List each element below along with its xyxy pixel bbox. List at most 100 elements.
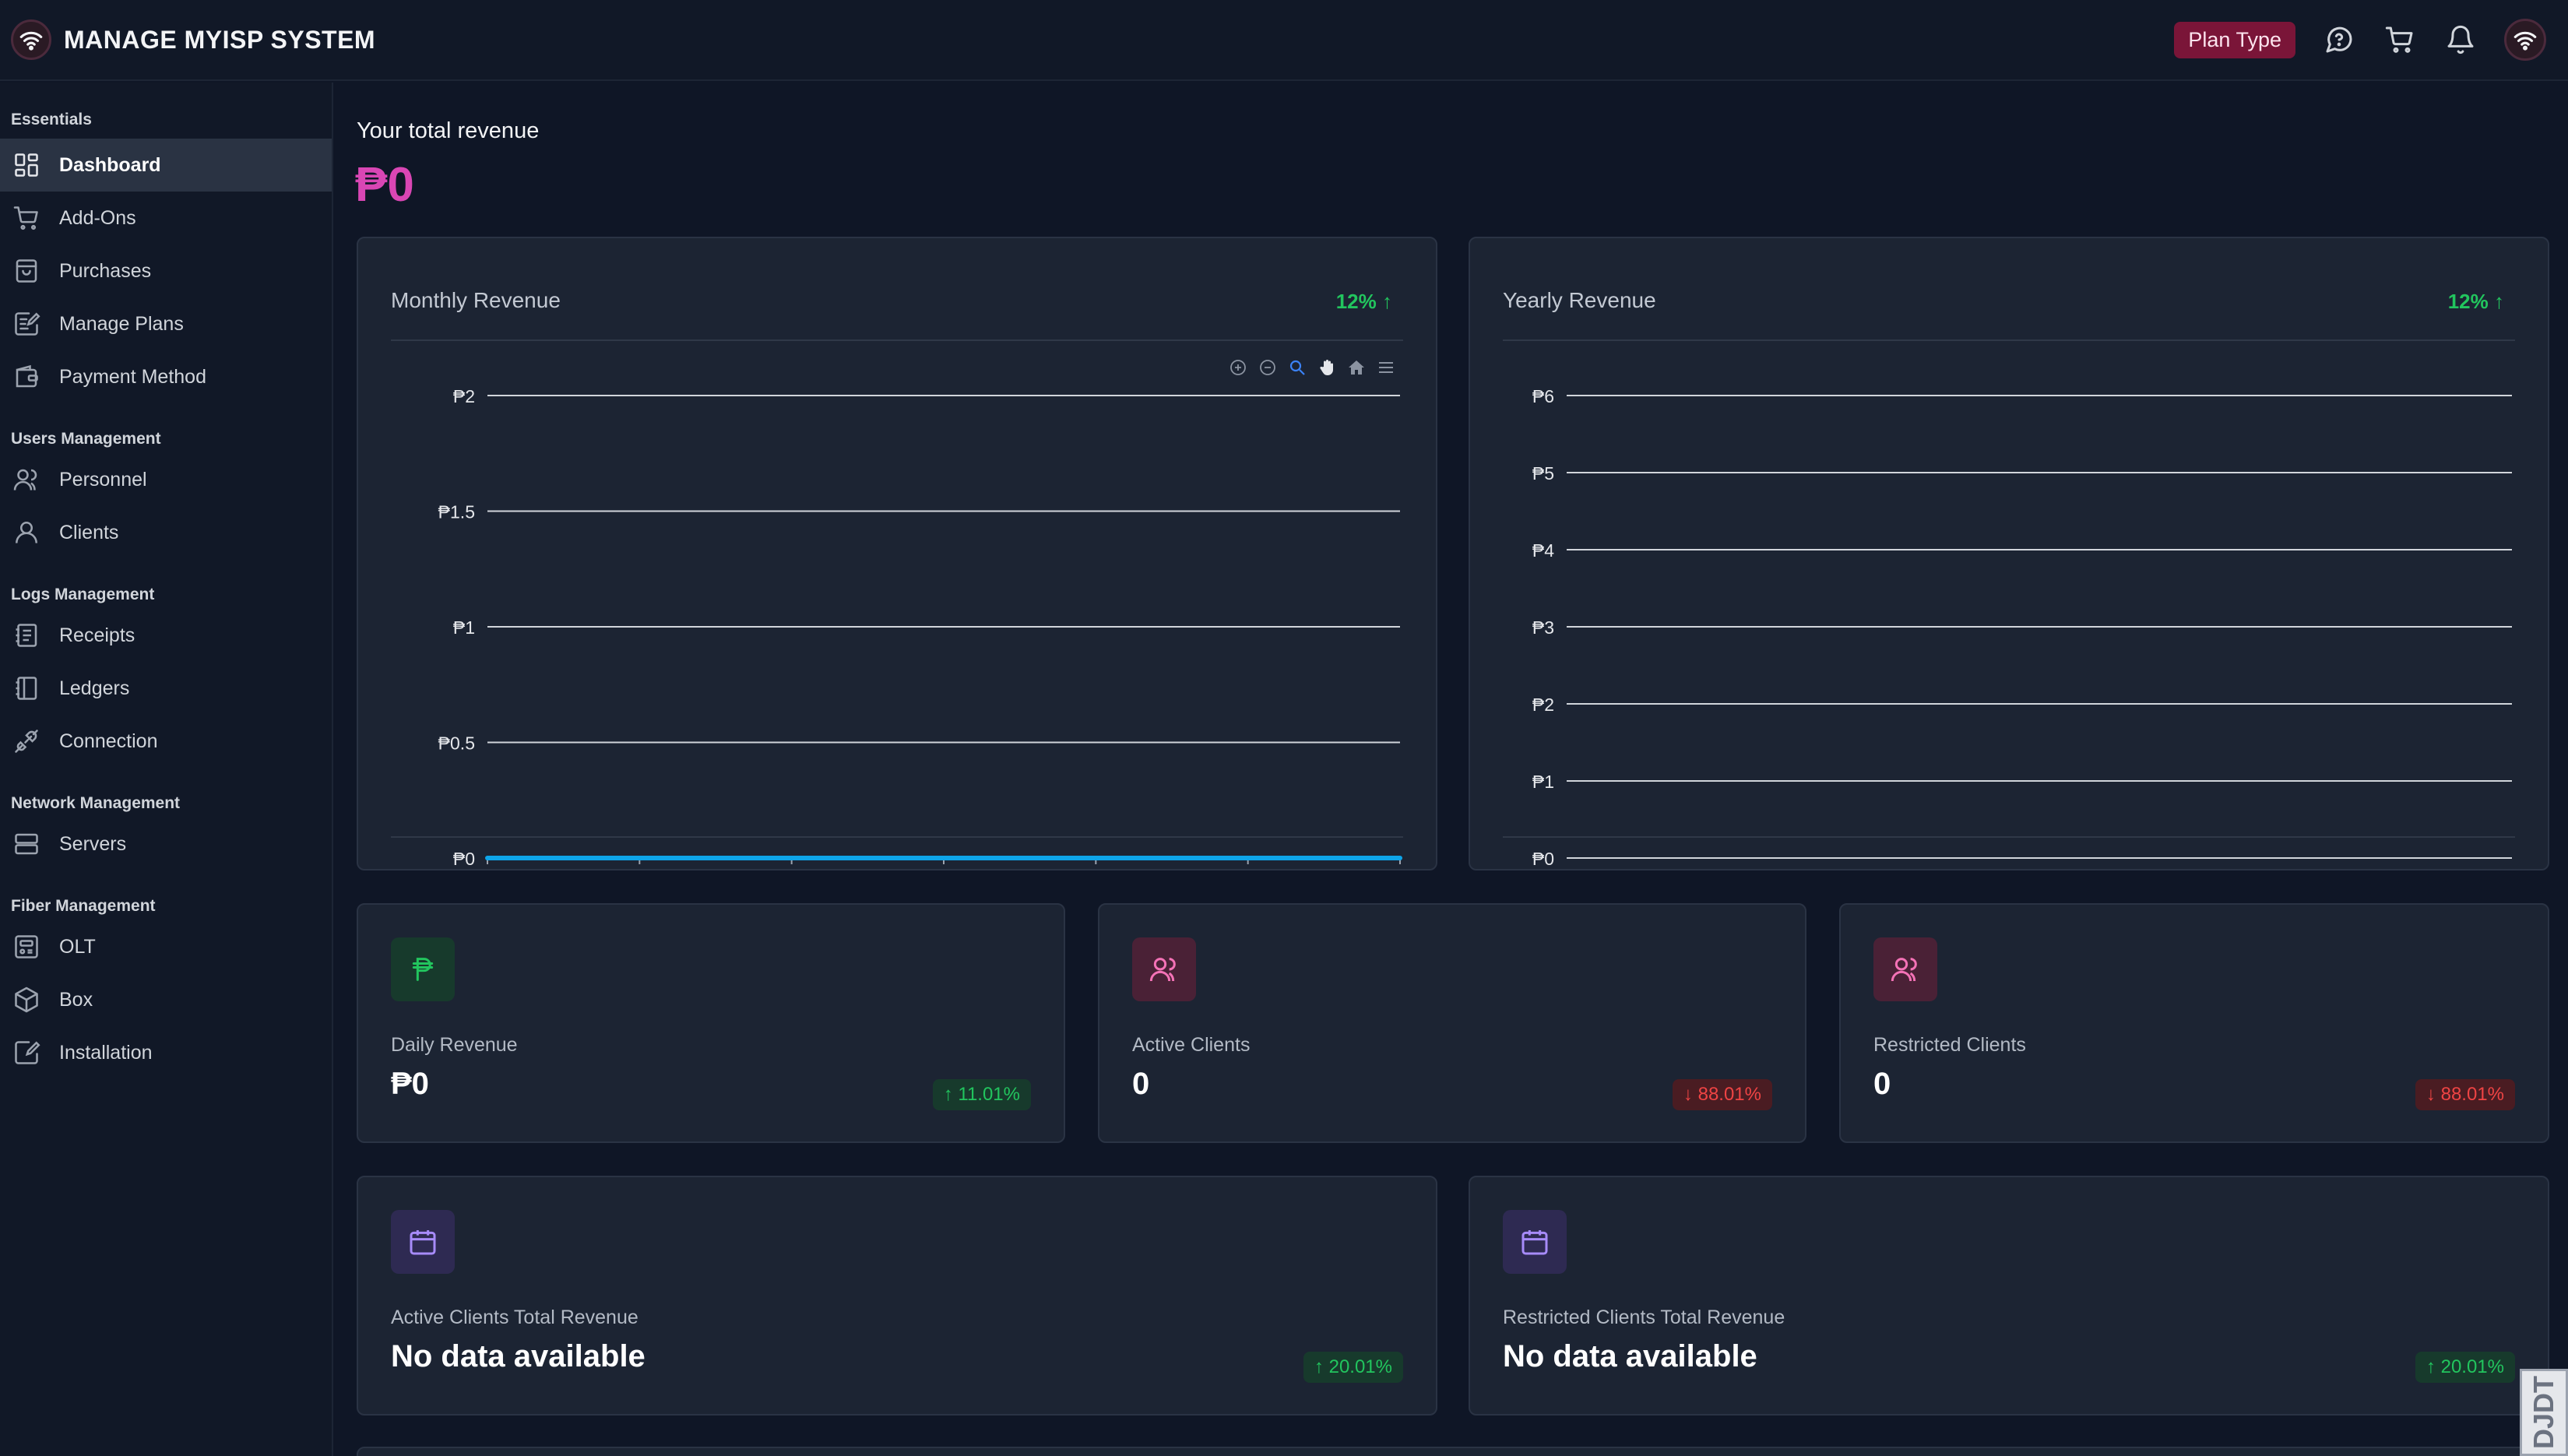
y-tick-label: ₱1: [453, 617, 475, 638]
y-tick-label: ₱0: [1532, 849, 1554, 869]
stat-label: Daily Revenue: [391, 1034, 518, 1056]
stat-value: 0: [1873, 1067, 1891, 1101]
sidebar-item-servers[interactable]: Servers: [0, 818, 332, 870]
y-tick-label: ₱4: [1532, 540, 1554, 561]
section-title-essentials: Essentials: [11, 111, 92, 128]
sidebar-item-label: Receipts: [59, 624, 135, 646]
daily-revenue-card: Daily Revenue ₱0 ↑ 11.01%: [357, 903, 1065, 1143]
y-tick-label: ₱3: [1532, 617, 1554, 638]
y-tick-label: ₱0.5: [438, 733, 475, 754]
sidebar-item-label: Servers: [59, 832, 127, 855]
help-chat-icon[interactable]: [2322, 23, 2356, 57]
app-title: MANAGE MYISP SYSTEM: [64, 25, 376, 54]
sidebar-item-ledgers[interactable]: Ledgers: [0, 662, 332, 715]
plug-icon: [11, 726, 42, 757]
stat-value: No data available: [1503, 1339, 1757, 1373]
y-tick-label: ₱0: [453, 849, 475, 869]
server-icon: [11, 828, 42, 860]
top-bar: MANAGE MYISP SYSTEM Plan Type: [0, 0, 2568, 81]
sidebar-item-personnel[interactable]: Personnel: [0, 453, 332, 506]
stat-value: No data available: [391, 1339, 646, 1373]
stat-label: Restricted Clients Total Revenue: [1503, 1307, 1785, 1328]
bag-icon: [11, 255, 42, 287]
wallet-icon: [11, 361, 42, 392]
sidebar-item-label: Purchases: [59, 259, 152, 282]
y-tick-label: ₱6: [1532, 386, 1554, 406]
user-avatar[interactable]: [2504, 19, 2546, 61]
sidebar-item-label: Ledgers: [59, 677, 130, 699]
stat-label: Active Clients: [1132, 1034, 1251, 1056]
user-icon: [11, 517, 42, 548]
y-tick-label: ₱2: [1532, 695, 1554, 715]
sidebar-item-installation[interactable]: Installation: [0, 1026, 332, 1079]
stat-label: Active Clients Total Revenue: [391, 1307, 638, 1328]
logo-wifi-icon[interactable]: [11, 19, 51, 60]
sidebar-item-connection[interactable]: Connection: [0, 715, 332, 768]
sidebar-item-clients[interactable]: Clients: [0, 506, 332, 559]
sidebar-item-dashboard[interactable]: Dashboard: [0, 139, 332, 192]
ledger-icon: [11, 673, 42, 704]
sidebar-item-label: Personnel: [59, 468, 147, 491]
restricted-clients-total-revenue-card: Restricted Clients Total Revenue No data…: [1469, 1176, 2549, 1416]
section-title-logs-management: Logs Management: [11, 586, 155, 603]
active-clients-card: Active Clients 0 ↓ 88.01%: [1098, 903, 1806, 1143]
calendar-icon: [391, 1210, 455, 1274]
yearly-revenue-plot[interactable]: ₱0 ₱1 ₱2 ₱3 ₱4 ₱5 ₱6: [1470, 238, 2551, 872]
stat-label: Restricted Clients: [1873, 1034, 2026, 1056]
y-tick-label: ₱1: [1532, 772, 1554, 792]
box-icon: [11, 984, 42, 1015]
active-clients-total-revenue-card: Active Clients Total Revenue No data ava…: [357, 1176, 1437, 1416]
cart-icon[interactable]: [2383, 23, 2417, 57]
sidebar: Essentials Dashboard Add-Ons Purchases M…: [0, 83, 333, 1456]
sidebar-item-label: Dashboard: [59, 153, 161, 176]
sidebar-item-add-ons[interactable]: Add-Ons: [0, 192, 332, 244]
stat-value: 0: [1132, 1067, 1150, 1101]
sidebar-item-box[interactable]: Box: [0, 973, 332, 1026]
users-icon: [1132, 937, 1196, 1001]
olt-icon: [11, 931, 42, 962]
y-tick-label: ₱1.5: [438, 502, 475, 522]
sidebar-item-label: Add-Ons: [59, 206, 136, 229]
installation-icon: [11, 1037, 42, 1068]
sidebar-item-payment-method[interactable]: Payment Method: [0, 350, 332, 403]
y-tick-label: ₱2: [453, 386, 475, 406]
dashboard-icon: [11, 149, 42, 181]
receipt-icon: [11, 620, 42, 651]
sidebar-item-label: Clients: [59, 521, 119, 543]
restricted-clients-card: Restricted Clients 0 ↓ 88.01%: [1839, 903, 2549, 1143]
sidebar-item-receipts[interactable]: Receipts: [0, 609, 332, 662]
sidebar-item-label: Manage Plans: [59, 312, 184, 335]
divider: [1503, 836, 2515, 838]
change-badge: ↑ 11.01%: [932, 1079, 1031, 1110]
divider: [391, 836, 1403, 838]
next-card-top-edge: [357, 1447, 2549, 1456]
total-revenue-label: Your total revenue: [357, 118, 540, 143]
change-badge: ↓ 88.01%: [2415, 1079, 2515, 1110]
watermark-badge: DJDT: [2520, 1369, 2568, 1456]
monthly-revenue-card: Monthly Revenue 12% ↑ ₱0₱0.5₱1₱1.5₱2MarA…: [357, 237, 1437, 870]
y-tick-label: ₱5: [1532, 463, 1554, 484]
cart-icon: [11, 202, 42, 234]
sidebar-item-label: OLT: [59, 935, 96, 958]
calendar-icon: [1503, 1210, 1567, 1274]
sidebar-item-purchases[interactable]: Purchases: [0, 244, 332, 297]
change-badge: ↓ 88.01%: [1672, 1079, 1772, 1110]
notification-bell-icon[interactable]: [2443, 23, 2478, 57]
change-badge: ↑ 20.01%: [2415, 1352, 2515, 1383]
users-icon: [1873, 937, 1937, 1001]
section-title-network-management: Network Management: [11, 794, 181, 812]
sidebar-item-label: Connection: [59, 730, 158, 752]
sidebar-item-label: Installation: [59, 1041, 153, 1064]
section-title-users-management: Users Management: [11, 430, 161, 448]
total-revenue-value: ₱0: [355, 158, 414, 212]
main-content: Your total revenue ₱0 Monthly Revenue 12…: [333, 83, 2568, 1456]
section-title-fiber-management: Fiber Management: [11, 897, 156, 915]
users-icon: [11, 464, 42, 495]
change-badge: ↑ 20.01%: [1303, 1352, 1403, 1383]
stat-value: ₱0: [391, 1067, 429, 1101]
sidebar-item-manage-plans[interactable]: Manage Plans: [0, 297, 332, 350]
yearly-revenue-card: Yearly Revenue 12% ↑ ₱0 ₱1 ₱2 ₱3 ₱4 ₱5 ₱6: [1469, 237, 2549, 870]
plan-type-button[interactable]: Plan Type: [2174, 21, 2295, 58]
monthly-revenue-plot[interactable]: ₱0₱0.5₱1₱1.5₱2MarAprMayJunJulAugSep: [358, 238, 1439, 872]
sidebar-item-olt[interactable]: OLT: [0, 920, 332, 973]
